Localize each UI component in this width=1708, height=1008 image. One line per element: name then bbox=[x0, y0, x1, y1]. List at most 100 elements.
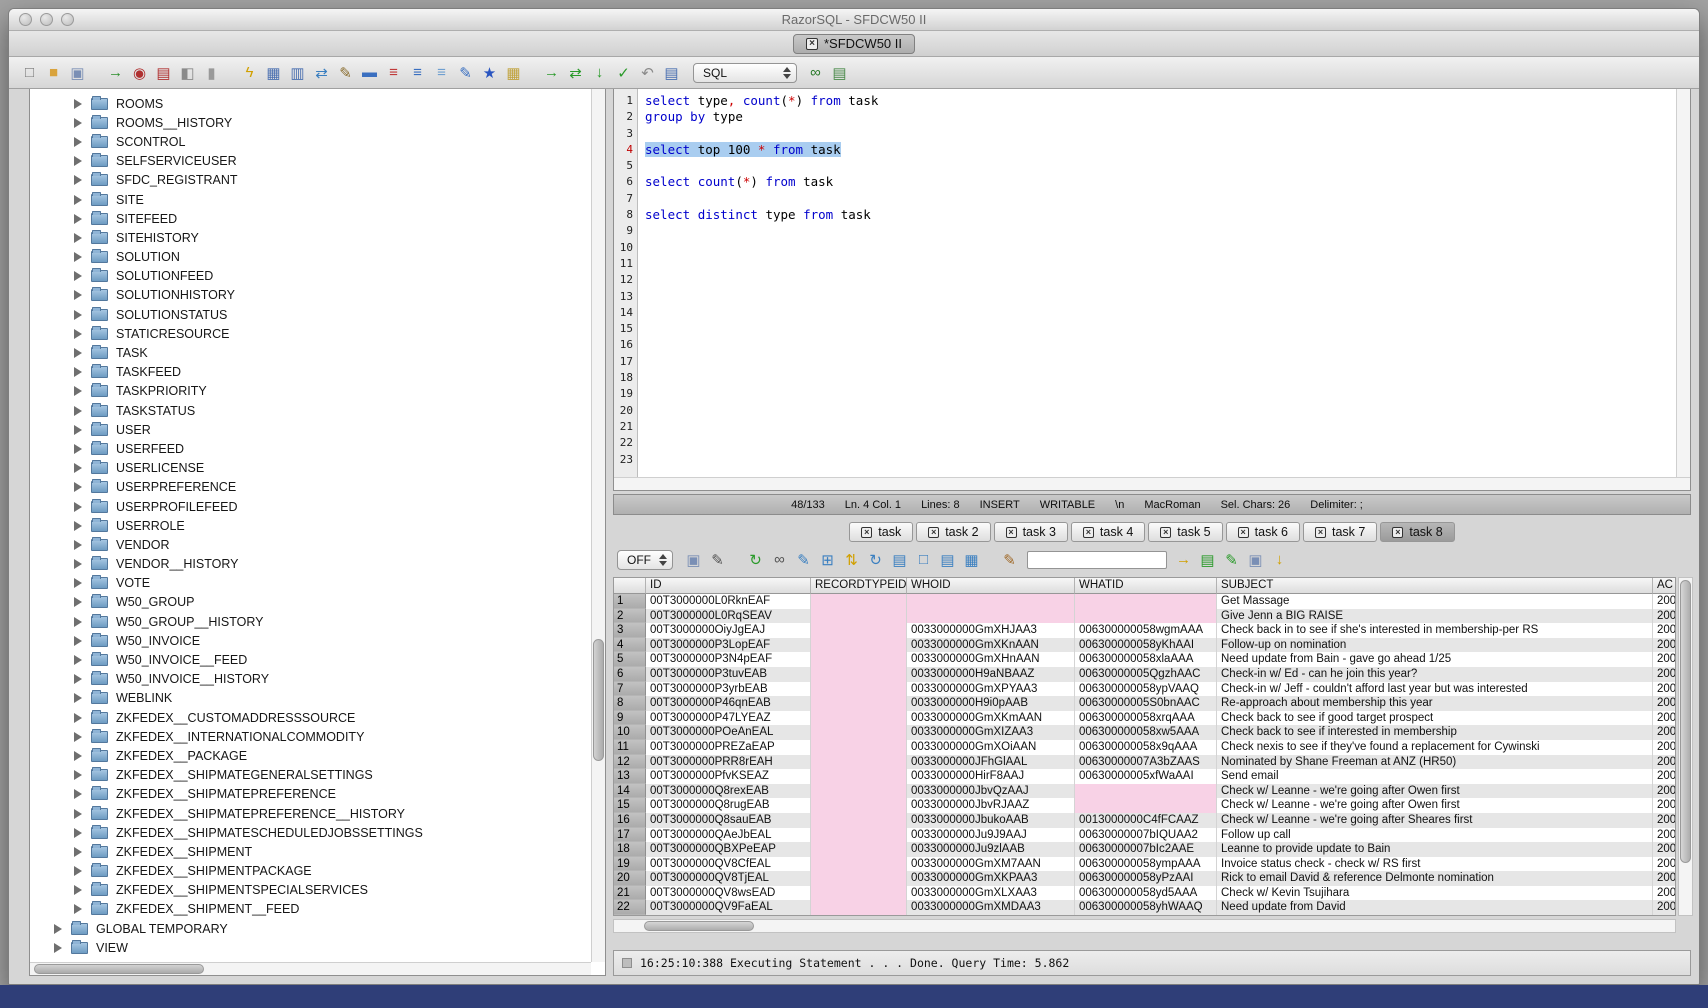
view-record-icon[interactable]: ∞ bbox=[769, 549, 790, 570]
open-file-icon[interactable]: ■ bbox=[43, 62, 64, 83]
form-view-icon[interactable]: □ bbox=[913, 549, 934, 570]
disclosure-triangle-icon[interactable] bbox=[74, 521, 82, 531]
grid-vertical-scrollbar-thumb[interactable] bbox=[1680, 580, 1691, 863]
title-bar[interactable]: RazorSQL - SFDCW50 II bbox=[9, 9, 1699, 31]
edit-file-icon[interactable]: ✎ bbox=[335, 62, 356, 83]
convert-sql-icon[interactable]: ⇄ bbox=[311, 62, 332, 83]
sidebar-item-zkfedex-shipment[interactable]: ZKFEDEX__SHIPMENT bbox=[30, 842, 605, 861]
grid-cell-whatid[interactable]: 006300000058wgmAAA bbox=[1075, 623, 1217, 638]
sidebar-item-zkfedex-shipmatescheduledjobssettings[interactable]: ZKFEDEX__SHIPMATESCHEDULEDJOBSSETTINGS bbox=[30, 823, 605, 842]
grid-cell-id[interactable]: 00T3000000QAeJbEAL bbox=[646, 828, 811, 843]
close-tab-icon[interactable]: × bbox=[1392, 527, 1403, 538]
disclosure-triangle-icon[interactable] bbox=[74, 559, 82, 569]
sidebar-item-view[interactable]: VIEW bbox=[30, 938, 605, 957]
grid-cell-id[interactable]: 00T3000000QV9FaEAL bbox=[646, 900, 811, 915]
grid-cell-id[interactable]: 00T3000000Q8rugEAB bbox=[646, 798, 811, 813]
grid-cell-ac[interactable]: 200 bbox=[1653, 623, 1676, 638]
result-tab-task-4[interactable]: ×task 4 bbox=[1071, 522, 1145, 542]
sidebar-horizontal-scrollbar[interactable] bbox=[30, 962, 591, 975]
row-number-cell[interactable]: 2 bbox=[614, 609, 646, 624]
sidebar-item-weblink[interactable]: WEBLINK bbox=[30, 689, 605, 708]
zoom-window-button[interactable] bbox=[61, 13, 74, 26]
grid-cell-ac[interactable]: 200 bbox=[1653, 711, 1676, 726]
disclosure-triangle-icon[interactable] bbox=[74, 617, 82, 627]
sidebar-item-vote[interactable]: VOTE bbox=[30, 574, 605, 593]
grid-cell-recordtypeid[interactable] bbox=[811, 784, 907, 799]
close-tab-icon[interactable]: × bbox=[861, 527, 872, 538]
reference-book-icon[interactable]: ▬ bbox=[359, 62, 380, 83]
row-limit-select[interactable]: OFF bbox=[617, 550, 673, 570]
disclosure-triangle-icon[interactable] bbox=[74, 271, 82, 281]
grid-cell-whatid[interactable]: 00630000005S0bnAAC bbox=[1075, 696, 1217, 711]
code-line[interactable] bbox=[645, 354, 1676, 370]
save-results-icon[interactable]: ▣ bbox=[683, 549, 704, 570]
code-line[interactable] bbox=[645, 403, 1676, 419]
disclosure-triangle-icon[interactable] bbox=[74, 732, 82, 742]
column-header-whoid[interactable]: WHOID bbox=[907, 578, 1075, 594]
grid-cell-whoid[interactable]: 0033000000GmXOiAAN bbox=[907, 740, 1075, 755]
grid-cell-recordtypeid[interactable] bbox=[811, 609, 907, 624]
sidebar-item-w50-invoice-feed[interactable]: W50_INVOICE__FEED bbox=[30, 650, 605, 669]
sidebar-item-zkfedex-shipmategeneralsettings[interactable]: ZKFEDEX__SHIPMATEGENERALSETTINGS bbox=[30, 766, 605, 785]
grid-cell-whoid[interactable] bbox=[907, 594, 1075, 609]
row-number-cell[interactable]: 5 bbox=[614, 652, 646, 667]
grid-cell-subject[interactable]: Check w/ Kevin Tsujihara bbox=[1217, 886, 1653, 901]
grid-cell-whoid[interactable]: 0033000000JbvQzAAJ bbox=[907, 784, 1075, 799]
grid-cell-id[interactable]: 00T3000000OiyJgEAJ bbox=[646, 623, 811, 638]
disclosure-triangle-icon[interactable] bbox=[74, 367, 82, 377]
grid-cell-id[interactable]: 00T3000000POeAnEAL bbox=[646, 725, 811, 740]
disclosure-triangle-icon[interactable] bbox=[74, 233, 82, 243]
disclosure-triangle-icon[interactable] bbox=[74, 118, 82, 128]
disclosure-triangle-icon[interactable] bbox=[74, 847, 82, 857]
grid-cell-id[interactable]: 00T3000000L0RknEAF bbox=[646, 594, 811, 609]
new-connection-icon[interactable]: ◧ bbox=[177, 62, 198, 83]
sidebar-item-user[interactable]: USER bbox=[30, 420, 605, 439]
script-results-icon[interactable]: ✎ bbox=[1221, 549, 1242, 570]
result-tab-task[interactable]: ×task bbox=[849, 522, 913, 542]
sidebar-item-zkfedex-shipmentpackage[interactable]: ZKFEDEX__SHIPMENTPACKAGE bbox=[30, 862, 605, 881]
row-number-cell[interactable]: 6 bbox=[614, 667, 646, 682]
sidebar-vertical-scrollbar[interactable] bbox=[591, 89, 605, 962]
sidebar-item-zkfedex-shipment-feed[interactable]: ZKFEDEX__SHIPMENT__FEED bbox=[30, 900, 605, 919]
sidebar-item-w50-invoice-history[interactable]: W50_INVOICE__HISTORY bbox=[30, 670, 605, 689]
sidebar-horizontal-scrollbar-thumb[interactable] bbox=[34, 964, 204, 974]
row-number-cell[interactable]: 18 bbox=[614, 842, 646, 857]
row-number-cell[interactable]: 12 bbox=[614, 755, 646, 770]
sidebar-item-global-temporary[interactable]: GLOBAL TEMPORARY bbox=[30, 919, 605, 938]
grid-cell-ac[interactable]: 200 bbox=[1653, 638, 1676, 653]
grid-cell-id[interactable]: 00T3000000P3LopEAF bbox=[646, 638, 811, 653]
sidebar-item-taskfeed[interactable]: TASKFEED bbox=[30, 363, 605, 382]
disclosure-triangle-icon[interactable] bbox=[74, 904, 82, 914]
grid-cell-recordtypeid[interactable] bbox=[811, 828, 907, 843]
grid-cell-subject[interactable]: Re-approach about membership this year bbox=[1217, 696, 1653, 711]
grid-cell-whatid[interactable] bbox=[1075, 609, 1217, 624]
grid-cell-recordtypeid[interactable] bbox=[811, 682, 907, 697]
grid-cell-whatid[interactable]: 006300000058ypVAAQ bbox=[1075, 682, 1217, 697]
sidebar-item-userfeed[interactable]: USERFEED bbox=[30, 439, 605, 458]
disclosure-triangle-icon[interactable] bbox=[74, 463, 82, 473]
grid-cell-recordtypeid[interactable] bbox=[811, 725, 907, 740]
grid-cell-id[interactable]: 00T3000000Q8rexEAB bbox=[646, 784, 811, 799]
results-window-icon[interactable]: ▤ bbox=[829, 62, 850, 83]
row-number-cell[interactable]: 1 bbox=[614, 594, 646, 609]
sidebar-item-zkfedex-package[interactable]: ZKFEDEX__PACKAGE bbox=[30, 746, 605, 765]
describe-table-icon[interactable]: ▥ bbox=[287, 62, 308, 83]
save-file-icon[interactable]: ▣ bbox=[67, 62, 88, 83]
code-line[interactable] bbox=[645, 272, 1676, 288]
sidebar-item-solutionfeed[interactable]: SOLUTIONFEED bbox=[30, 267, 605, 286]
disclosure-triangle-icon[interactable] bbox=[74, 789, 82, 799]
disclosure-triangle-icon[interactable] bbox=[74, 290, 82, 300]
disclosure-triangle-icon[interactable] bbox=[74, 693, 82, 703]
grid-cell-subject[interactable]: Follow-up on nomination bbox=[1217, 638, 1653, 653]
code-line[interactable] bbox=[645, 435, 1676, 451]
grid-cell-whatid[interactable]: 0013000000C4fFCAAZ bbox=[1075, 813, 1217, 828]
disclosure-triangle-icon[interactable] bbox=[74, 597, 82, 607]
row-number-cell[interactable]: 13 bbox=[614, 769, 646, 784]
disclosure-triangle-icon[interactable] bbox=[74, 770, 82, 780]
disclosure-triangle-icon[interactable] bbox=[74, 502, 82, 512]
grid-cell-ac[interactable]: 200 bbox=[1653, 652, 1676, 667]
sql-code-area[interactable]: select type, count(*) from taskgroup by … bbox=[638, 89, 1676, 477]
row-number-cell[interactable]: 8 bbox=[614, 696, 646, 711]
close-window-button[interactable] bbox=[19, 13, 32, 26]
highlight-icon[interactable]: ✎ bbox=[999, 549, 1020, 570]
